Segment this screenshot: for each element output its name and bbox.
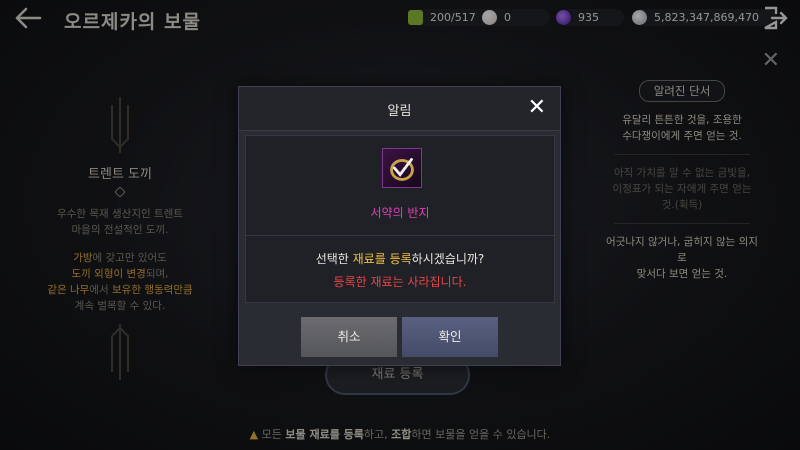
confirm-button[interactable]: 확인	[402, 317, 498, 357]
dialog-body: 서약의 반지 선택한 재료를 등록하시겠습니까? 등록한 재료는 사라집니다.	[245, 135, 555, 303]
warning-message: 등록한 재료는 사라집니다.	[333, 275, 467, 289]
dialog-header: 알림 ✕	[239, 87, 560, 131]
confirm-message: 선택한 재료를 등록하시겠습니까?	[315, 252, 485, 266]
cancel-button[interactable]: 취소	[301, 317, 397, 357]
item-name: 서약의 반지	[370, 206, 430, 220]
close-icon[interactable]: ✕	[528, 95, 546, 120]
dialog-title: 알림	[387, 104, 412, 119]
ring-icon	[382, 148, 422, 188]
item-slot: 서약의 반지	[246, 136, 554, 236]
alert-dialog: 알림 ✕ 서약의 반지 선택한 재료를 등록하시겠습니까? 등록한 재료는 사라…	[238, 86, 561, 366]
